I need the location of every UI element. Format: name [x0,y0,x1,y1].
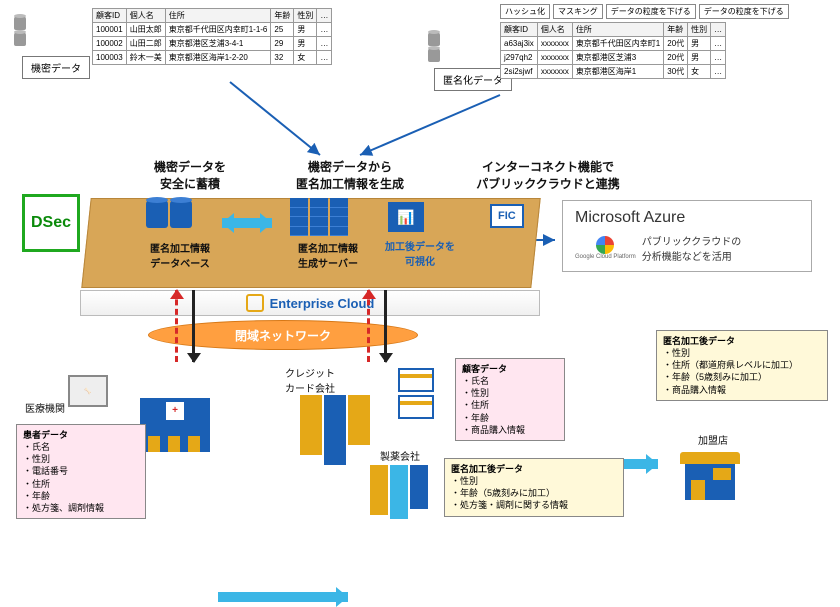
pharma-anon-box: 匿名加工後データ ・性別・年齢（5歳刻みに加工）・処方箋・調剤に関する情報 [444,458,624,517]
closed-network: 閉域ネットワーク [148,320,418,350]
anon-db-icon [145,200,193,231]
customer-data-title: 顧客データ [462,363,558,375]
heading-generate: 機密データから 匿名加工情報を生成 [270,158,430,192]
customer-data-box: 顧客データ ・氏名・性別・住所・年齢・商品購入情報 [455,358,565,441]
medical-area: 🦴 [68,375,108,407]
vis-icon: 📊 [388,202,424,232]
server-caption: 匿名加工情報 生成サーバー [278,240,378,270]
azure-title: Microsoft Azure [575,209,799,227]
cloud-box: Microsoft Azure Google Cloud Platform パブ… [562,200,812,272]
merchant-label: 加盟店 [688,432,738,447]
red-arrow-2 [367,290,370,362]
heading-store: 機密データを 安全に蓄積 [120,158,260,192]
bidir-arrow [222,218,272,228]
vis-caption: 加工後データを 可視化 [372,238,468,268]
arrow-to-pharma [218,592,348,602]
server-icon [290,198,360,236]
ec-logo-icon [246,294,264,312]
db-caption: 匿名加工情報 データベース [130,240,230,270]
enterprise-cloud-bar: Enterprise Cloud [80,290,540,316]
heading-interconnect: インターコネクト機能で パブリッククラウドと連携 [448,158,648,192]
gcp-icon [596,236,614,254]
patient-data-title: 患者データ [23,429,139,441]
patient-data-box: 患者データ ・氏名・性別・電話番号・住所・年齢・処方箋、調剤情報 [16,424,146,519]
credit-card-icon [398,368,434,419]
dsec-logo: DSec [22,194,80,252]
merchant-anon-title: 匿名加工後データ [663,335,821,347]
merchant-anon-box: 匿名加工後データ ・性別・住所（都道府県レベルに加工）・年齢（5歳刻みに加工）・… [656,330,828,401]
red-arrow-1 [175,290,178,362]
store-icon [680,452,740,500]
black-arrow-1 [192,290,195,362]
medical-label: 医療機関 [20,400,70,415]
gcp-label: Google Cloud Platform [575,254,636,260]
pharma-anon-title: 匿名加工後データ [451,463,617,475]
fic-badge: FIC [490,204,524,228]
cloud-desc: パブリッククラウドの 分析機能などを活用 [642,233,742,263]
xray-icon: 🦴 [68,375,108,407]
credit-label: クレジット カード会社 [270,365,350,395]
black-arrow-2 [384,290,387,362]
ec-name: Enterprise Cloud [270,296,375,311]
hospital-icon: + [140,398,210,452]
pharma-buildings [370,465,428,519]
pharma-label: 製薬会社 [370,448,430,463]
credit-buildings [300,395,370,465]
